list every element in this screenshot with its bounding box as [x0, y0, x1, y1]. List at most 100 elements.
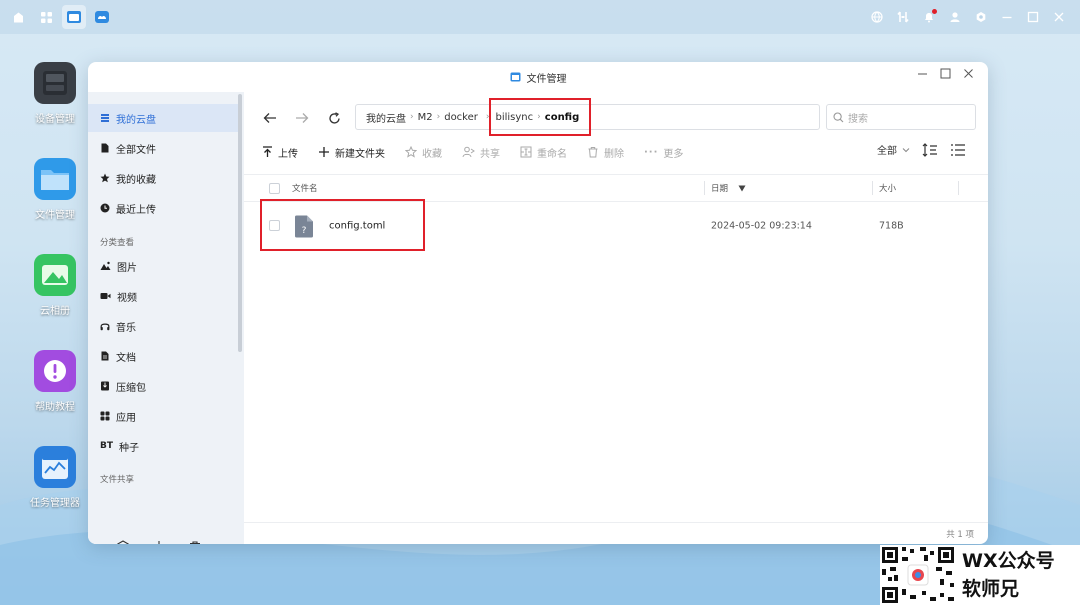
window-maximize-icon[interactable]	[940, 68, 951, 79]
column-divider[interactable]	[872, 181, 873, 195]
watermark: WX公众号 软师兄	[880, 545, 1080, 605]
folder-icon	[34, 158, 76, 200]
sidebar-item-my-cloud[interactable]: 我的云盘	[88, 104, 238, 132]
window-title: 文件管理	[526, 73, 567, 85]
settings-icon[interactable]	[970, 6, 992, 28]
sidebar-item-videos[interactable]: 视频	[88, 282, 238, 310]
forward-button[interactable]	[290, 106, 314, 130]
breadcrumb-item[interactable]: M2	[418, 112, 433, 123]
breadcrumb-current[interactable]: config	[545, 112, 580, 123]
breadcrumb-item[interactable]: bilisync	[496, 112, 534, 123]
select-all-checkbox[interactable]	[269, 183, 280, 194]
server-icon	[34, 62, 76, 104]
watermark-line2: 软师兄	[962, 578, 1020, 600]
new-folder-button[interactable]: 新建文件夹	[318, 145, 385, 160]
sidebar-section-category: 分类查看	[100, 238, 135, 248]
window-close-icon[interactable]	[963, 68, 974, 79]
rename-icon	[520, 146, 532, 158]
row-checkbox[interactable]	[269, 220, 280, 231]
rename-button[interactable]: 重命名	[520, 145, 567, 160]
home-icon[interactable]	[6, 5, 30, 29]
file-name[interactable]: config.toml	[329, 221, 385, 232]
window-minimize-icon[interactable]	[917, 68, 928, 79]
desktop-icon-task-manager[interactable]: 任务管理器	[22, 446, 88, 509]
column-header-size[interactable]: 大小	[879, 182, 896, 194]
taskbar-cloud-icon[interactable]	[90, 5, 114, 29]
share-icon	[462, 146, 475, 158]
plus-icon	[319, 147, 329, 157]
star-icon	[100, 173, 110, 183]
favorite-button[interactable]: 收藏	[405, 145, 442, 160]
sidebar-item-torrents[interactable]: BT 种子	[88, 432, 238, 460]
file-date: 2024-05-02 09:23:14	[711, 220, 812, 232]
share-button[interactable]: 共享	[462, 145, 500, 160]
search-placeholder: 搜索	[848, 113, 868, 125]
taskbar-file-manager-icon[interactable]	[62, 5, 86, 29]
sidebar-trash-icon[interactable]	[188, 540, 202, 544]
new-folder-label: 新建文件夹	[335, 148, 385, 160]
filter-dropdown[interactable]: 全部	[877, 142, 910, 157]
breadcrumb: 我的云盘 › M2 › docker › bilisync › config	[355, 104, 820, 130]
sidebar-item-all-files[interactable]: 全部文件	[88, 134, 238, 162]
window-app-icon	[510, 72, 520, 82]
sort-desc-icon[interactable]	[738, 185, 746, 192]
sidebar-item-apps[interactable]: 应用	[88, 402, 238, 430]
desktop-icon-label: 文件管理	[35, 210, 75, 221]
chevron-right-icon: ›	[436, 112, 441, 122]
list-view-icon[interactable]	[950, 143, 966, 157]
sort-icon[interactable]	[922, 142, 938, 157]
watermark-line1: WX公众号	[962, 550, 1055, 572]
trash-icon	[588, 147, 598, 158]
column-header-date[interactable]: 日期	[711, 182, 728, 194]
window-titlebar[interactable]: 文件管理	[88, 62, 988, 92]
sidebar-scrollbar[interactable]	[238, 94, 242, 352]
more-button[interactable]: ··· 更多	[644, 145, 683, 160]
sidebar-item-music[interactable]: 音乐	[88, 312, 238, 340]
upload-label: 上传	[278, 148, 298, 160]
table-row[interactable]: ? config.toml 2024-05-02 09:23:14 718B	[244, 202, 988, 250]
desktop-icon-help[interactable]: 帮助教程	[22, 350, 88, 413]
breadcrumb-item[interactable]: 我的云盘	[366, 110, 406, 125]
desktop-icon-file-manager[interactable]: 文件管理	[22, 158, 88, 221]
maximize-icon[interactable]	[1022, 6, 1044, 28]
file-size: 718B	[879, 220, 904, 232]
sidebar-network-icon[interactable]	[152, 540, 166, 544]
upload-button[interactable]: 上传	[262, 145, 298, 160]
chevron-down-icon	[902, 147, 910, 152]
sidebar-item-images[interactable]: 图片	[88, 252, 238, 280]
desktop-icon-photos[interactable]: 云相册	[22, 254, 88, 317]
sidebar-item-recent-uploads[interactable]: 最近上传	[88, 194, 238, 222]
search-icon	[833, 111, 844, 122]
user-icon[interactable]	[944, 6, 966, 28]
desktop-icon-device-manager[interactable]: 设备管理	[22, 62, 88, 125]
taskbar	[0, 0, 1080, 34]
close-icon[interactable]	[1048, 6, 1070, 28]
minimize-icon[interactable]	[996, 6, 1018, 28]
transfer-icon[interactable]	[892, 6, 914, 28]
column-divider[interactable]	[958, 181, 959, 195]
help-icon	[34, 350, 76, 392]
sidebar-settings-icon[interactable]	[116, 540, 130, 544]
arrow-left-icon	[263, 113, 276, 123]
globe-icon[interactable]	[866, 6, 888, 28]
sidebar-item-archives[interactable]: 压缩包	[88, 372, 238, 400]
app-grid-icon[interactable]	[34, 5, 58, 29]
star-outline-icon	[405, 146, 417, 158]
column-divider[interactable]	[704, 181, 705, 195]
more-dots-icon: ···	[644, 146, 659, 158]
back-button[interactable]	[258, 106, 282, 130]
table-header: 文件名 日期 大小	[244, 174, 988, 202]
bell-icon[interactable]	[918, 6, 940, 28]
sidebar-item-favorites[interactable]: 我的收藏	[88, 164, 238, 192]
refresh-button[interactable]	[322, 106, 346, 130]
search-input[interactable]: 搜索	[826, 104, 976, 130]
column-header-name[interactable]: 文件名	[292, 182, 318, 194]
sidebar-item-documents[interactable]: 文档	[88, 342, 238, 370]
sidebar: 我的云盘 全部文件 我的收藏 最近上传 分类查看 图片 视频 音乐 文档 压缩包…	[88, 92, 244, 544]
rename-label: 重命名	[537, 148, 567, 160]
main-panel: 我的云盘 › M2 › docker › bilisync › config 搜…	[244, 92, 988, 544]
breadcrumb-item[interactable]: docker	[444, 112, 478, 123]
unknown-file-icon: ?	[295, 215, 313, 238]
delete-button[interactable]: 删除	[587, 145, 624, 160]
clock-icon	[100, 203, 110, 213]
